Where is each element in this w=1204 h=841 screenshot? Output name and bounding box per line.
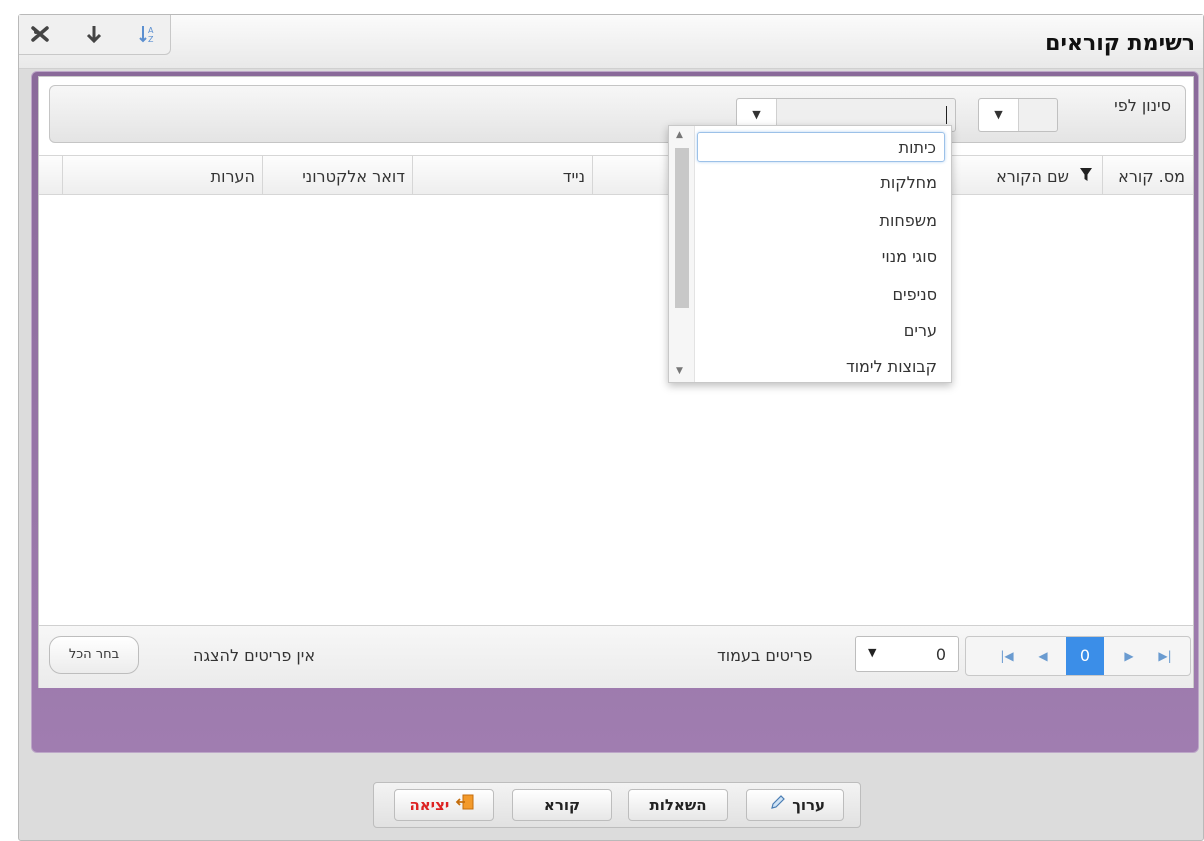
filter-icon[interactable]	[1079, 167, 1093, 187]
per-page-select[interactable]: 0 ▼	[855, 636, 959, 672]
action-bar: ערוך השאלות קורא יציאה	[373, 782, 861, 828]
svg-text:Z: Z	[148, 35, 154, 44]
filter-label: סינון לפי	[1114, 96, 1171, 115]
column-email[interactable]: דואר אלקטרוני	[302, 167, 405, 186]
content-area: סינון לפי ▼ ▼ מס. קורא שם הקורא ן נייד	[38, 76, 1194, 688]
dropdown-item[interactable]: קבוצות לימוד	[697, 354, 945, 380]
select-all-button[interactable]: בחר הכל	[49, 636, 139, 674]
exit-button[interactable]: יציאה	[394, 789, 494, 821]
exit-label: יציאה	[409, 796, 450, 814]
dropdown-item[interactable]: כיתות	[697, 132, 945, 162]
previous-page-icon[interactable]: ◀	[1028, 637, 1058, 675]
last-page-icon[interactable]: ▶|	[1150, 637, 1180, 675]
column-reader-number[interactable]: מס. קורא	[1118, 167, 1185, 186]
dropdown-item[interactable]: ערים	[697, 316, 945, 346]
edit-label: ערוך	[792, 796, 826, 814]
scroll-up-icon[interactable]: ▲	[676, 130, 683, 140]
column-mobile[interactable]: נייד	[563, 167, 585, 186]
window-title: רשימת קוראים	[1045, 31, 1195, 56]
filter-dropdown-list: ▲ ▼ כיתות מחלקות משפחות סוגי מנוי סניפים…	[668, 125, 952, 383]
column-reader-name[interactable]: שם הקורא	[996, 167, 1069, 186]
pencil-icon	[769, 791, 787, 821]
reader-button[interactable]: קורא	[512, 789, 612, 821]
column-notes[interactable]: הערות	[211, 167, 255, 186]
dropdown-item[interactable]: משפחות	[697, 206, 945, 236]
pager-nav: ▶| ▶ 0 ◀ |◀	[965, 636, 1191, 676]
edit-button[interactable]: ערוך	[746, 789, 844, 821]
grid-body	[39, 195, 1193, 625]
queries-button[interactable]: השאלות	[628, 789, 728, 821]
scroll-down-icon[interactable]: ▼	[676, 366, 683, 376]
filter-bar: סינון לפי ▼ ▼	[49, 85, 1186, 143]
chevron-down-icon[interactable]: ▼	[868, 646, 876, 659]
title-bar: AZ רשימת קוראים	[19, 15, 1203, 69]
dropdown-item[interactable]: סניפים	[697, 280, 945, 310]
main-panel: סינון לפי ▼ ▼ מס. קורא שם הקורא ן נייד	[31, 71, 1199, 753]
grid-header: מס. קורא שם הקורא ן נייד דואר אלקטרוני ה…	[39, 155, 1193, 196]
first-page-icon[interactable]: |◀	[992, 637, 1022, 675]
sort-icon[interactable]: AZ	[137, 23, 159, 45]
dropdown-item[interactable]: סוגי מנוי	[697, 242, 945, 272]
close-icon[interactable]	[29, 23, 51, 45]
no-items-text: אין פריטים להצגה	[193, 646, 316, 665]
svg-text:A: A	[148, 26, 154, 35]
text-cursor	[946, 106, 947, 124]
dropdown-item[interactable]: מחלקות	[697, 168, 945, 198]
readers-window: AZ רשימת קוראים סינון לפי ▼ ▼ מס. קורא ש…	[18, 14, 1204, 841]
per-page-label: פריטים בעמוד	[717, 646, 813, 665]
filter-type-select[interactable]: ▼	[978, 98, 1058, 132]
arrow-down-icon[interactable]	[83, 23, 105, 45]
scroll-thumb[interactable]	[675, 148, 689, 308]
chevron-down-icon[interactable]: ▼	[979, 99, 1019, 131]
exit-door-icon	[455, 791, 475, 821]
dropdown-scrollbar[interactable]: ▲ ▼	[669, 126, 695, 382]
per-page-value: 0	[935, 645, 946, 664]
pager-bar: ▶| ▶ 0 ◀ |◀ 0 ▼ פריטים בעמוד אין פריטים …	[39, 625, 1193, 688]
current-page[interactable]: 0	[1066, 637, 1104, 675]
window-tools: AZ	[19, 15, 171, 55]
next-page-icon[interactable]: ▶	[1114, 637, 1144, 675]
